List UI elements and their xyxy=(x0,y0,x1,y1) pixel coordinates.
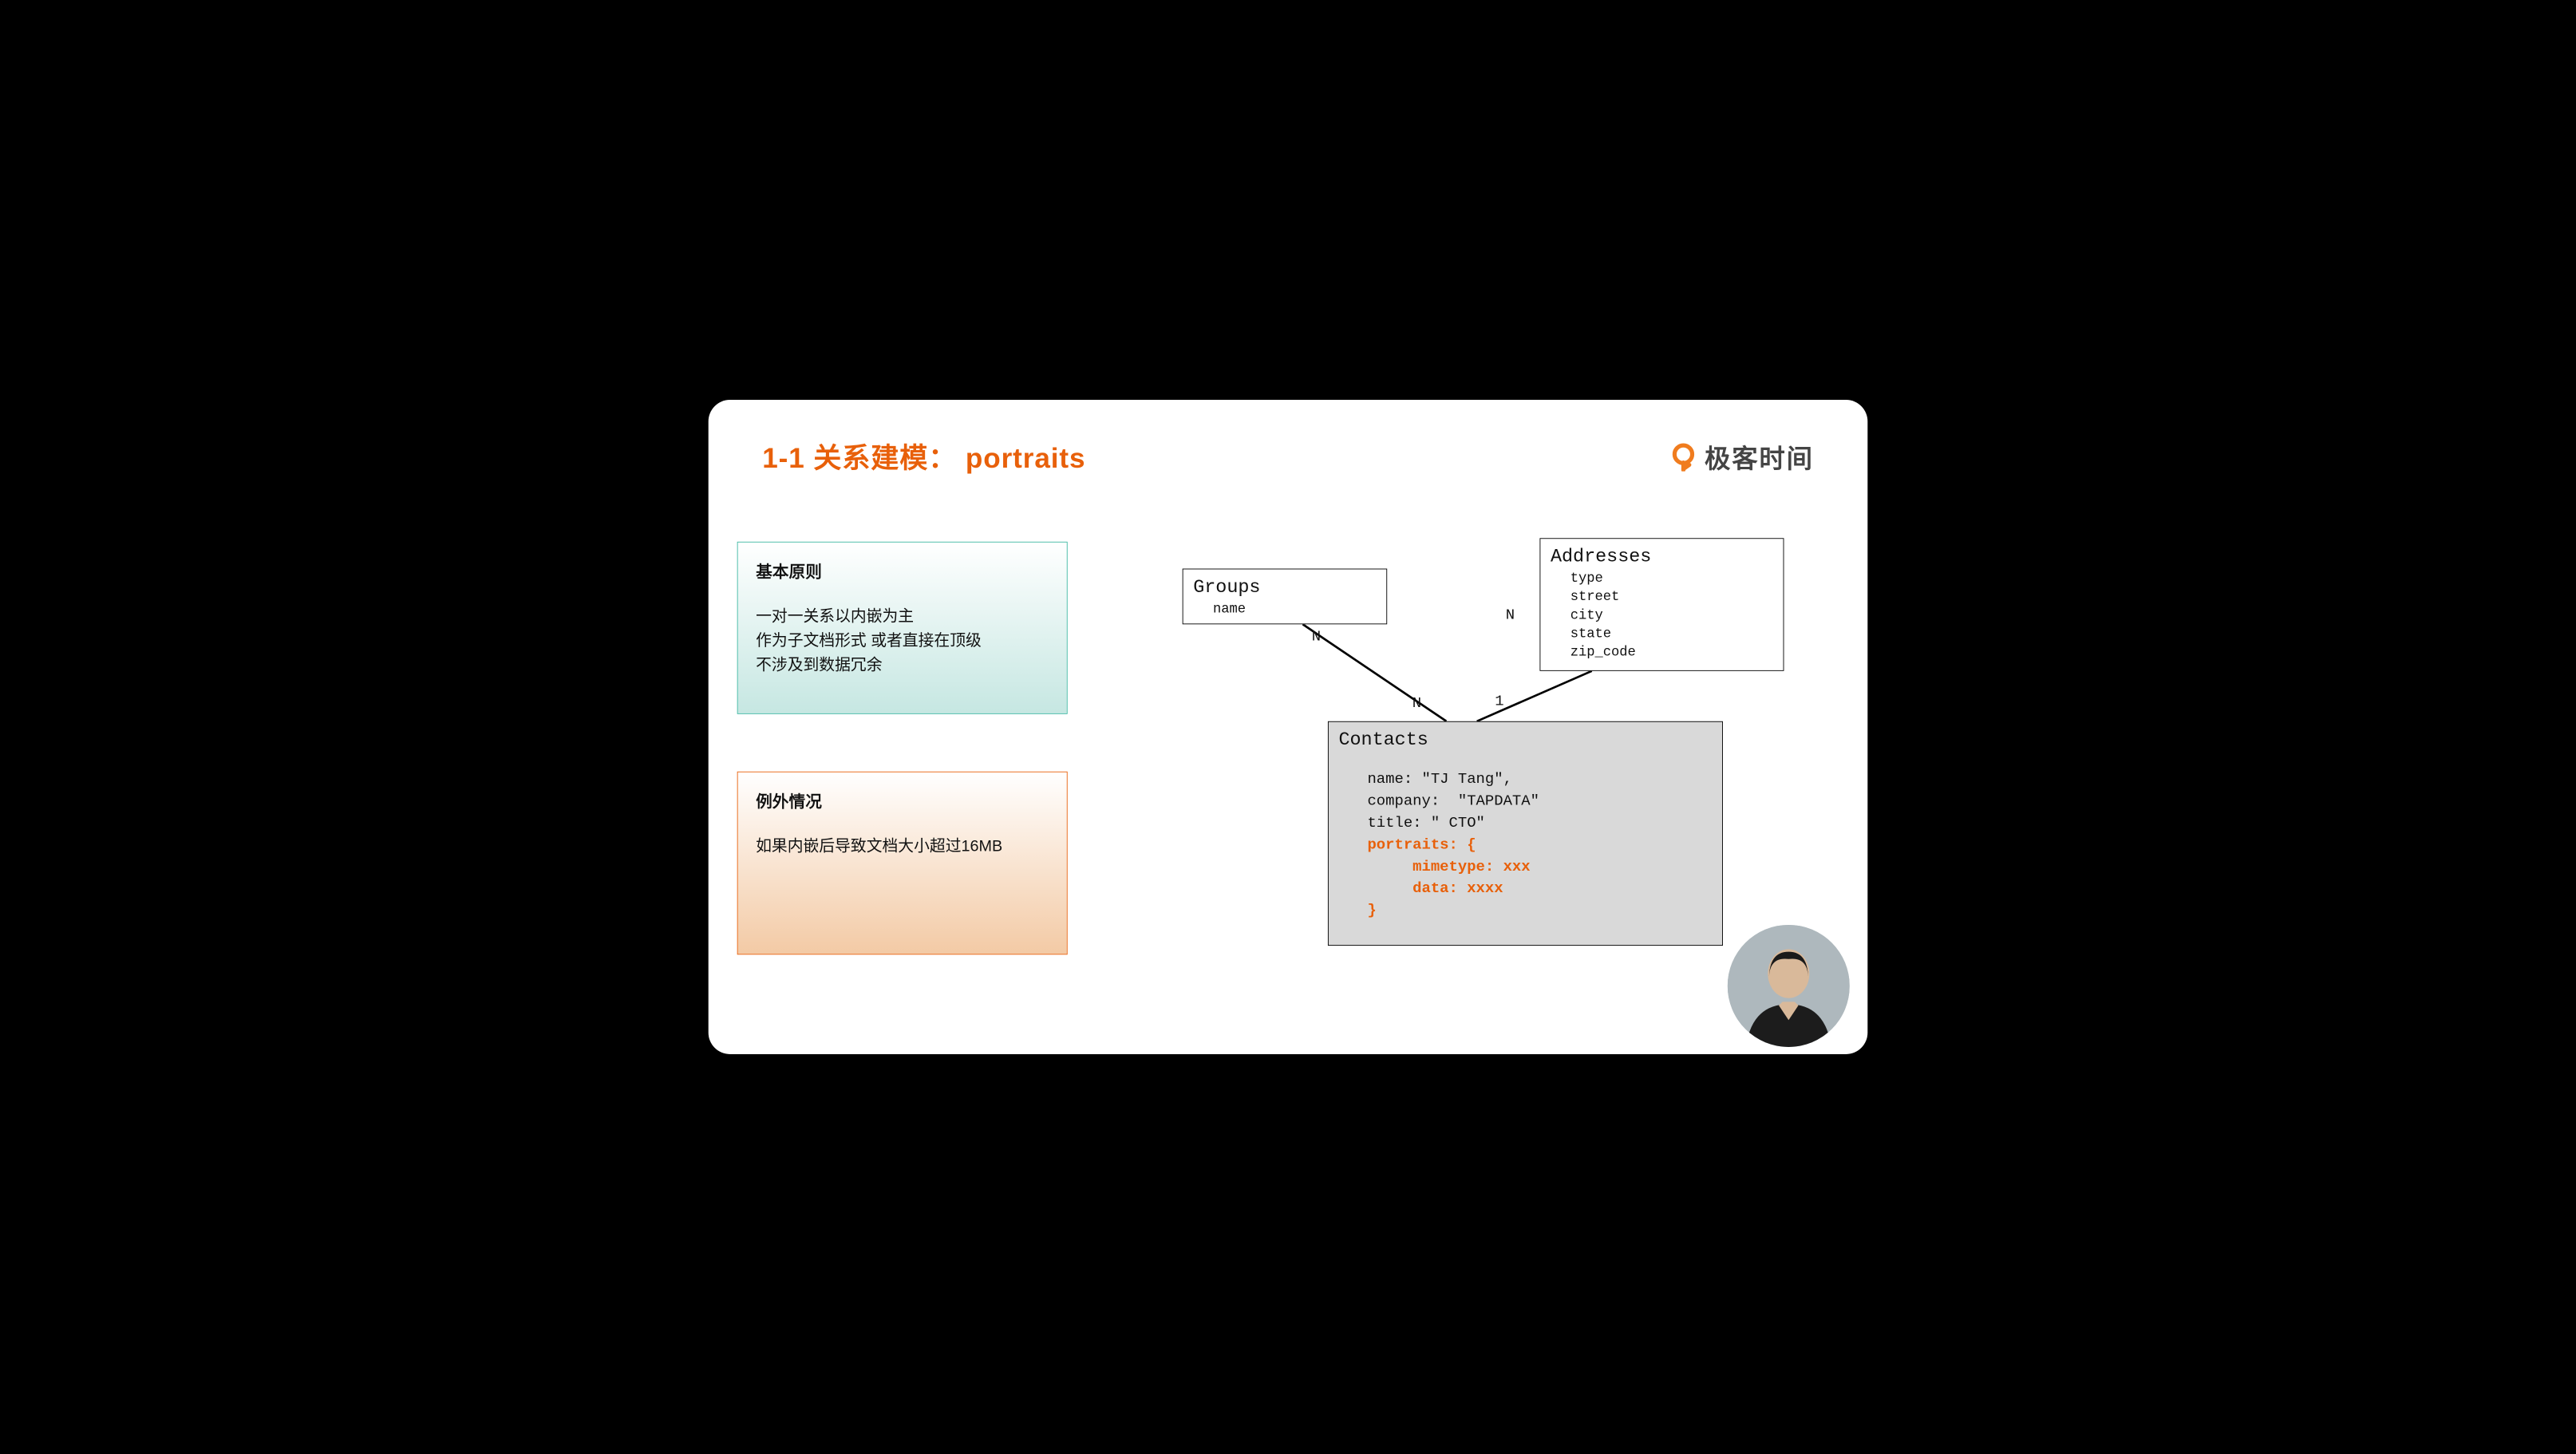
entity-groups: Groups name xyxy=(1183,569,1388,625)
exceptions-box: 例外情况 如果内嵌后导致文档大小超过16MB xyxy=(737,772,1068,955)
entity-addresses: Addresses type street city state zip_cod… xyxy=(1539,538,1784,671)
cardinality-label: 1 xyxy=(1495,693,1503,710)
entity-field: street xyxy=(1551,588,1773,606)
exceptions-line: 如果内嵌后导致文档大小超过16MB xyxy=(756,834,1049,859)
entity-field: type xyxy=(1551,569,1773,587)
principles-line: 一对一关系以内嵌为主 xyxy=(756,604,1049,629)
contacts-doc: name: "TJ Tang", company: "TAPDATA" titl… xyxy=(1338,768,1712,922)
entity-field: state xyxy=(1551,625,1773,643)
principles-box: 基本原则 一对一关系以内嵌为主 作为子文档形式 或者直接在顶级 不涉及到数据冗余 xyxy=(737,542,1068,714)
doc-line-highlight: portraits: { xyxy=(1367,836,1476,854)
principles-heading: 基本原则 xyxy=(756,559,1049,583)
doc-line: company: "TAPDATA" xyxy=(1367,792,1539,810)
presenter-video-thumbnail xyxy=(1728,925,1850,1047)
principles-line: 不涉及到数据冗余 xyxy=(756,653,1049,678)
cardinality-label: N xyxy=(1312,628,1321,646)
entity-contacts: Contacts name: "TJ Tang", company: "TAPD… xyxy=(1328,721,1723,946)
slide-title: 1-1 关系建模： portraits xyxy=(762,436,1085,476)
doc-line: name: "TJ Tang", xyxy=(1367,770,1511,788)
doc-line-highlight: mimetype: xxx xyxy=(1367,858,1530,875)
entity-field: city xyxy=(1551,606,1773,625)
entity-title: Groups xyxy=(1193,576,1377,598)
cardinality-label: N xyxy=(1412,694,1421,712)
cardinality-label: N xyxy=(1506,606,1515,624)
doc-line: title: " CTO" xyxy=(1367,814,1484,832)
slide: 1-1 关系建模： portraits 极客时间 基本原则 一对一关系以内嵌为主… xyxy=(709,400,1868,1054)
exceptions-heading: 例外情况 xyxy=(756,788,1049,812)
doc-line-highlight: } xyxy=(1367,902,1376,919)
brand-logo-text: 极客时间 xyxy=(1705,437,1814,475)
entity-title: Addresses xyxy=(1551,546,1773,567)
brand-logo: 极客时间 xyxy=(1669,437,1814,475)
entity-field: name xyxy=(1193,600,1377,618)
er-diagram: N N N 1 Groups name Addresses type stree… xyxy=(1161,538,1800,951)
principles-line: 作为子文档形式 或者直接在顶级 xyxy=(756,628,1049,653)
entity-field: zip_code xyxy=(1551,643,1773,662)
brand-logo-icon xyxy=(1669,441,1698,471)
entity-title: Contacts xyxy=(1338,729,1712,751)
doc-line-highlight: data: xxxx xyxy=(1367,879,1503,897)
